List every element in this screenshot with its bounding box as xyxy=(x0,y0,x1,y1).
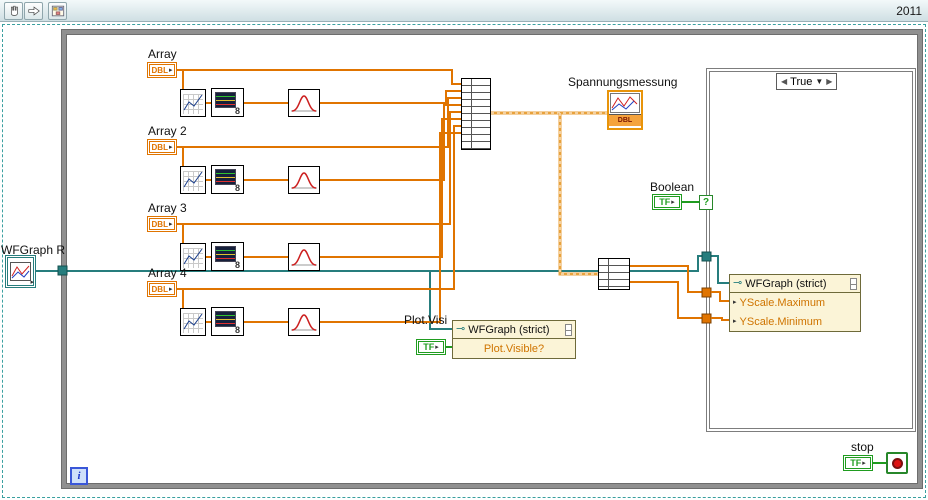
build-waveform-icon[interactable] xyxy=(180,308,206,336)
loop-condition-terminal[interactable] xyxy=(886,452,908,474)
plot-visible-property-node[interactable]: ⊸ WFGraph (strict) Plot.Visible? xyxy=(452,320,576,359)
reference-icon: ⊸ xyxy=(456,323,466,335)
property-node-class: WFGraph (strict) xyxy=(745,277,827,290)
scope-screen xyxy=(215,169,236,185)
terminal-type: TF xyxy=(850,458,862,468)
filter-curve-icon[interactable] xyxy=(288,166,320,194)
write-arrow-icon: ▸ xyxy=(733,299,737,306)
array-1-label: Array xyxy=(148,47,177,61)
terminal-arrow-icon: ▸ xyxy=(30,279,34,286)
hand-icon xyxy=(10,5,18,16)
scope-count-label: 8 xyxy=(234,325,240,335)
scope-screen xyxy=(215,311,236,327)
stop-circle-icon xyxy=(891,457,903,469)
diagram-window-button[interactable] xyxy=(48,1,67,20)
node-handle-icon xyxy=(850,277,857,290)
filter-curve-icon[interactable] xyxy=(288,89,320,117)
reference-icon: ⊸ xyxy=(733,277,743,289)
array-3-label: Array 3 xyxy=(148,201,187,215)
plot-visible-terminal[interactable]: TF ▸ xyxy=(416,339,446,355)
terminal-arrow-icon: ▸ xyxy=(168,220,173,228)
labview-block-diagram-window: 2011 ◀ True ▼ ▶ ? Array DBL ▸ 8 Array 2 … xyxy=(0,0,928,500)
build-waveform-icon[interactable] xyxy=(180,89,206,117)
stop-label: stop xyxy=(851,440,874,454)
stop-terminal[interactable]: TF ▸ xyxy=(843,455,873,471)
property-name: Plot.Visible? xyxy=(483,342,545,355)
array-1-terminal[interactable]: DBL ▸ xyxy=(147,62,177,78)
property-node-header: ⊸ WFGraph (strict) xyxy=(730,275,860,293)
terminal-arrow-icon: ▸ xyxy=(168,66,173,74)
array-3-terminal[interactable]: DBL ▸ xyxy=(147,216,177,232)
case-next-icon[interactable]: ▶ xyxy=(826,77,832,86)
terminal-arrow-icon: ▸ xyxy=(168,285,173,293)
array-2-terminal[interactable]: DBL ▸ xyxy=(147,139,177,155)
toolbar: 2011 xyxy=(0,0,928,22)
array-max-min-node[interactable] xyxy=(598,258,630,290)
scope-count-label: 8 xyxy=(234,106,240,116)
terminal-type: DBL xyxy=(151,142,168,152)
write-arrow-icon: ▸ xyxy=(733,318,737,325)
property-node-header: ⊸ WFGraph (strict) xyxy=(453,321,575,339)
wfgraph-property-node[interactable]: ⊸ WFGraph (strict) ▸ YScale.Maximum ▸ YS… xyxy=(729,274,861,332)
terminal-arrow-icon: ▸ xyxy=(168,143,173,151)
arrow-icon xyxy=(27,5,40,16)
property-name: YScale.Minimum xyxy=(739,315,823,328)
array-4-terminal[interactable]: DBL ▸ xyxy=(147,281,177,297)
terminal-type: TF xyxy=(659,197,671,207)
indicator-label: Spannungsmessung xyxy=(568,75,678,89)
scope-screen xyxy=(215,92,236,108)
build-array-node[interactable] xyxy=(461,78,491,150)
chart-type-label: DBL xyxy=(609,115,641,126)
build-waveform-icon[interactable] xyxy=(180,166,206,194)
filter-curve-icon[interactable] xyxy=(288,308,320,336)
scope-count-label: 8 xyxy=(234,183,240,193)
iteration-terminal[interactable]: i xyxy=(70,467,88,485)
terminal-type: DBL xyxy=(151,65,168,75)
array-4-label: Array 4 xyxy=(148,266,187,280)
waveform-chart-indicator[interactable]: DBL xyxy=(607,90,643,130)
terminal-arrow-icon: ▸ xyxy=(435,343,439,351)
case-dropdown-icon[interactable]: ▼ xyxy=(815,77,823,86)
property-name: YScale.Maximum xyxy=(739,296,826,309)
case-name: True xyxy=(790,75,813,88)
terminal-arrow-icon: ▸ xyxy=(671,198,675,206)
case-structure[interactable] xyxy=(706,68,916,432)
boolean-label: Boolean xyxy=(650,180,695,194)
scope-count-label: 8 xyxy=(234,260,240,270)
scope-screen xyxy=(215,246,236,262)
property-row-yscale-maximum[interactable]: ▸ YScale.Maximum xyxy=(730,293,860,312)
property-node-class: WFGraph (strict) xyxy=(468,323,550,336)
diagram-icon xyxy=(51,5,64,16)
terminal-type: DBL xyxy=(151,219,168,229)
property-row-yscale-minimum[interactable]: ▸ YScale.Minimum xyxy=(730,312,860,331)
wfgraph-reference-terminal[interactable]: ▸ xyxy=(5,255,36,288)
case-prev-icon[interactable]: ◀ xyxy=(781,77,787,86)
case-selector-terminal[interactable]: ? xyxy=(699,195,713,210)
property-row-plot-visible[interactable]: Plot.Visible? xyxy=(453,339,575,358)
scope-display-icon[interactable]: 8 xyxy=(211,307,244,336)
year-label: 2011 xyxy=(896,4,922,18)
chart-plot-icon xyxy=(609,92,641,115)
case-selector[interactable]: ◀ True ▼ ▶ xyxy=(776,73,838,90)
scope-display-icon[interactable]: 8 xyxy=(211,165,244,194)
mini-graph-icon xyxy=(10,262,31,281)
pan-hand-tool-button[interactable] xyxy=(4,1,23,20)
plot-visible-label: Plot.Visi xyxy=(404,313,448,327)
terminal-arrow-icon: ▸ xyxy=(862,459,866,467)
array-2-label: Array 2 xyxy=(148,124,187,138)
terminal-type: DBL xyxy=(151,284,168,294)
terminal-type: TF xyxy=(423,342,435,352)
scope-display-icon[interactable]: 8 xyxy=(211,242,244,271)
filter-curve-icon[interactable] xyxy=(288,243,320,271)
boolean-terminal[interactable]: TF ▸ xyxy=(652,194,682,210)
node-handle-icon xyxy=(565,323,572,336)
scope-display-icon[interactable]: 8 xyxy=(211,88,244,117)
select-arrow-tool-button[interactable] xyxy=(24,1,43,20)
